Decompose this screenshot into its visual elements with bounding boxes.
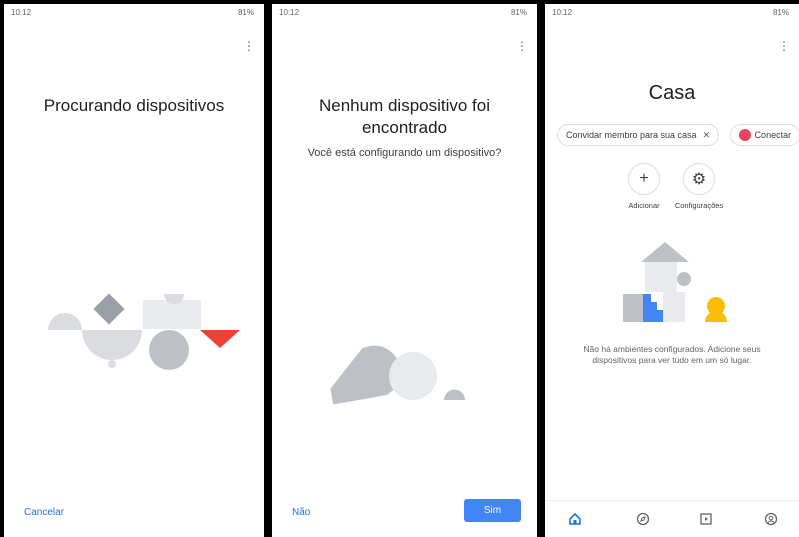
account-icon[interactable]	[761, 509, 781, 529]
screen-searching: 10:12 81% ⋮ Procurando dispositivos Canc…	[4, 4, 264, 537]
empty-state-message: Não há ambientes configurados. Adicione …	[583, 344, 761, 365]
yes-button[interactable]: Sim	[464, 499, 521, 522]
compass-icon[interactable]	[633, 509, 653, 529]
screen-home: 10:12 81% ⋮ Casa Convidar membro para su…	[545, 4, 799, 537]
searching-illustration	[48, 293, 240, 370]
empty-home-illustration	[623, 242, 727, 322]
home-icon[interactable]	[565, 509, 585, 529]
not-found-illustration	[330, 345, 465, 405]
screen-not-found: 10:12 81% ⋮ Nenhum dispositivo foi encon…	[272, 4, 537, 537]
bottom-navigation	[545, 500, 799, 537]
no-button[interactable]: Não	[292, 507, 310, 518]
media-icon[interactable]	[696, 509, 716, 529]
cancel-button[interactable]: Cancelar	[24, 507, 64, 518]
